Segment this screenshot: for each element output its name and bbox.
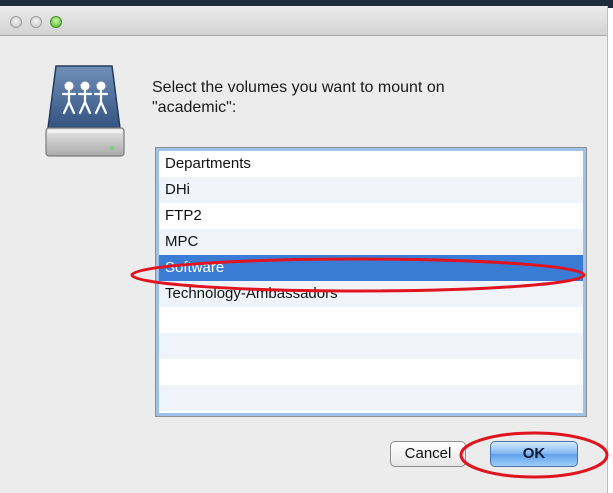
close-window-button[interactable]	[10, 16, 22, 28]
title-bar	[0, 6, 607, 36]
ok-button[interactable]: OK	[490, 441, 578, 467]
mount-prompt-text: Select the volumes you want to mount on …	[152, 79, 445, 116]
list-item-empty	[159, 307, 583, 333]
list-item-technology-ambassadors[interactable]: Technology-Ambassadors	[159, 281, 583, 307]
list-item-software-selected[interactable]: Software	[159, 255, 583, 281]
minimize-window-button[interactable]	[30, 16, 42, 28]
list-item-ftp2[interactable]: FTP2	[159, 203, 583, 229]
list-item-departments[interactable]: Departments	[159, 151, 583, 177]
cancel-button[interactable]: Cancel	[390, 441, 466, 467]
volume-list[interactable]: Departments DHi FTP2 MPC Software Techno…	[155, 147, 587, 417]
list-item-mpc[interactable]: MPC	[159, 229, 583, 255]
list-item-empty	[159, 385, 583, 411]
list-item-dhi[interactable]: DHi	[159, 177, 583, 203]
network-drive-icon	[45, 65, 125, 157]
list-item-empty	[159, 333, 583, 359]
zoom-window-button[interactable]	[50, 16, 62, 28]
list-item-empty	[159, 359, 583, 385]
